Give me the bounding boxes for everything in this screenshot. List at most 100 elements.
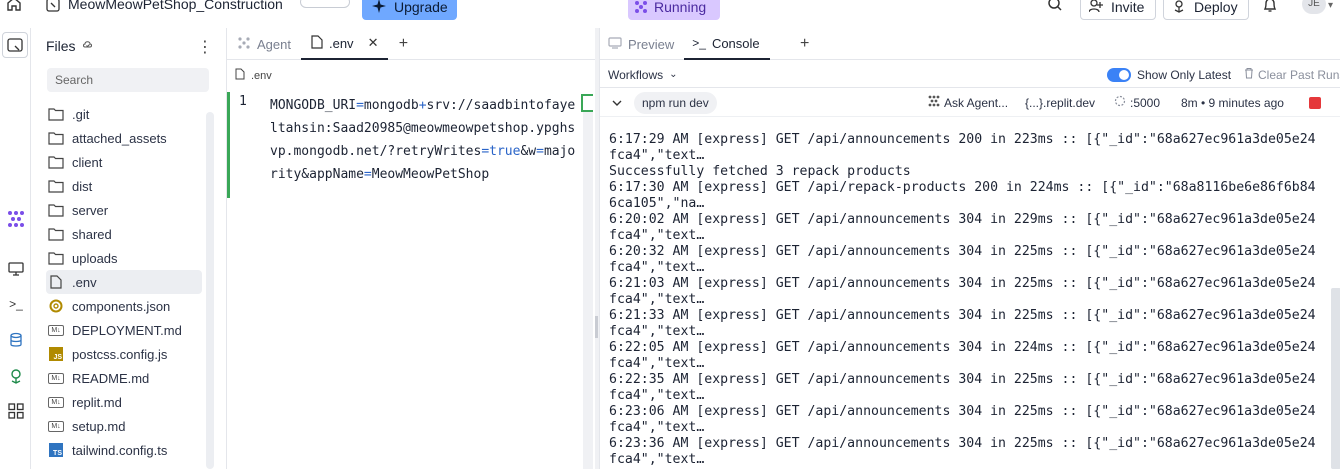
file-tree-item[interactable]: M↓ DEPLOYMENT.md: [46, 318, 202, 342]
agent-icon[interactable]: [6, 209, 26, 229]
tab-console[interactable]: >_ Console: [684, 28, 770, 60]
splitter-handle[interactable]: [595, 316, 598, 338]
file-tree-item-label: setup.md: [72, 418, 126, 434]
file-tree-item[interactable]: shared: [46, 222, 202, 246]
file-tree-item[interactable]: JS postcss.config.js: [46, 342, 202, 366]
editor-tabs: Agent .env ✕ +: [227, 28, 595, 60]
file-tree-item[interactable]: dist: [46, 174, 202, 198]
log-line: 6:17:29 AM [express] GET /api/announceme…: [609, 132, 1316, 163]
apps-grid-icon[interactable]: [6, 401, 26, 421]
deploy-button[interactable]: Deploy: [1163, 0, 1249, 20]
log-line: Successfully fetched 3 repack products: [609, 164, 911, 179]
chevron-down-icon[interactable]: [611, 97, 623, 112]
file-tree-item[interactable]: attached_assets: [46, 126, 202, 150]
ts-icon: TS: [48, 442, 64, 458]
clear-past-runs-button[interactable]: Clear Past Runs: [1244, 67, 1340, 82]
run-age: 8m • 9 minutes ago: [1181, 95, 1284, 110]
code-line[interactable]: MONGODB_URI=mongodb+srv://saadbintofayel…: [270, 94, 582, 186]
clear-label: Clear Past Runs: [1258, 67, 1340, 82]
ask-agent-button[interactable]: Ask Agent...: [928, 95, 1008, 110]
file-tree: .git attached_assets client dist server share…: [46, 102, 202, 462]
workflows-dropdown[interactable]: Workflows ⌄: [608, 68, 678, 82]
close-icon[interactable]: ✕: [368, 35, 379, 51]
code-token: MONGODB_URI: [270, 98, 357, 113]
line-number: 1: [239, 94, 247, 109]
file-tree-item[interactable]: client: [46, 150, 202, 174]
code-token: +: [418, 98, 427, 113]
files-menu-icon[interactable]: ⋮: [197, 37, 213, 57]
file-tree-item-label: tailwind.config.ts: [72, 442, 168, 458]
tab-label: .env: [328, 35, 354, 51]
file-tree-item-label: uploads: [72, 250, 118, 266]
files-search-input[interactable]: [47, 68, 209, 92]
run-command[interactable]: npm run dev: [634, 92, 717, 114]
file-tree-item[interactable]: M↓ setup.md: [46, 414, 202, 438]
ask-agent-label: Ask Agent...: [944, 95, 1009, 110]
tab-agent[interactable]: Agent: [227, 28, 301, 60]
agent-icon: [928, 95, 940, 110]
preview-icon[interactable]: [6, 259, 26, 279]
tab-preview[interactable]: Preview: [600, 28, 684, 60]
file-tree-item[interactable]: .env: [46, 270, 202, 294]
log-line: 6:21:03 AM [express] GET /api/announceme…: [609, 276, 1316, 307]
invite-button[interactable]: Invite: [1080, 0, 1156, 20]
running-button[interactable]: Running: [628, 0, 720, 20]
sync-status-icon: [82, 38, 94, 54]
console-tabs: Preview >_ Console +: [600, 28, 1340, 60]
tab-label: Agent: [257, 36, 291, 52]
file-tree-item[interactable]: M↓ README.md: [46, 366, 202, 390]
search-icon[interactable]: [1047, 0, 1063, 16]
upgrade-button[interactable]: Upgrade: [362, 0, 457, 20]
tab-env[interactable]: .env ✕: [300, 28, 389, 60]
deploy-icon: [1172, 0, 1186, 16]
file-tree-item[interactable]: M↓ replit.md: [46, 390, 202, 414]
code-token: =: [481, 144, 490, 159]
code-area[interactable]: 1 MONGODB_URI=mongodb+srv://saadbintofay…: [227, 92, 581, 198]
tab-label: Console: [711, 35, 760, 51]
file-tree-item[interactable]: components.json: [46, 294, 202, 318]
database-icon[interactable]: [6, 330, 26, 350]
folder-icon: [48, 130, 64, 146]
editor-scrollbar[interactable]: [583, 112, 593, 469]
avatar[interactable]: JE: [1302, 0, 1326, 14]
chevron-down-icon[interactable]: ▾: [1328, 0, 1333, 11]
file-tree-item-label: server: [72, 202, 109, 218]
toggle-sidebar-icon[interactable]: [2, 32, 28, 58]
log-line: 6:21:33 AM [express] GET /api/announceme…: [609, 308, 1316, 339]
breadcrumb: .env: [235, 68, 272, 83]
project-icon: [46, 0, 60, 12]
log-line: 6:17:30 AM [express] GET /api/repack-pro…: [609, 180, 1316, 211]
project-name[interactable]: MeowMeowPetShop_Construction: [68, 0, 283, 12]
console-icon[interactable]: >_: [6, 294, 26, 314]
log-line: 6:23:36 AM [express] GET /api/announceme…: [609, 436, 1316, 467]
code-token: MeowMeowPetShop: [371, 167, 490, 182]
file-tree-item[interactable]: server: [46, 198, 202, 222]
show-only-latest-toggle[interactable]: [1107, 68, 1131, 82]
files-scrollbar[interactable]: [206, 112, 214, 469]
file-tree-item[interactable]: uploads: [46, 246, 202, 270]
breadcrumb-label[interactable]: .env: [251, 70, 272, 82]
bell-icon[interactable]: [1262, 0, 1278, 16]
project-pill[interactable]: [300, 0, 350, 8]
deployments-icon[interactable]: [6, 366, 26, 386]
console-log[interactable]: 6:17:29 AM [express] GET /api/announceme…: [609, 132, 1319, 469]
dev-domain[interactable]: {...}.replit.dev: [1025, 96, 1095, 110]
add-tab-icon[interactable]: +: [388, 28, 418, 60]
port-status[interactable]: :5000: [1114, 95, 1160, 110]
add-tab-icon[interactable]: +: [790, 28, 820, 60]
show-only-latest-label: Show Only Latest: [1137, 67, 1232, 82]
agent-icon: [634, 0, 648, 17]
sparkle-icon: [372, 0, 386, 16]
console-scrollbar[interactable]: [1331, 288, 1340, 469]
file-tree-item[interactable]: .git: [46, 102, 202, 126]
stop-button[interactable]: [1309, 97, 1321, 109]
files-title: Files: [46, 38, 76, 54]
markdown-icon: M↓: [48, 370, 64, 386]
editor-panel: Agent .env ✕ + .env 1 MONGODB_URI=mongod…: [226, 28, 595, 469]
file-tree-item-label: components.json: [72, 298, 171, 314]
user-plus-icon: [1088, 0, 1103, 16]
home-icon[interactable]: [6, 0, 26, 16]
workflow-bar: Workflows ⌄ Show Only Latest Clear Past …: [600, 62, 1340, 88]
file-tree-item-label: dist: [72, 178, 93, 194]
file-tree-item[interactable]: TS tailwind.config.ts: [46, 438, 202, 462]
